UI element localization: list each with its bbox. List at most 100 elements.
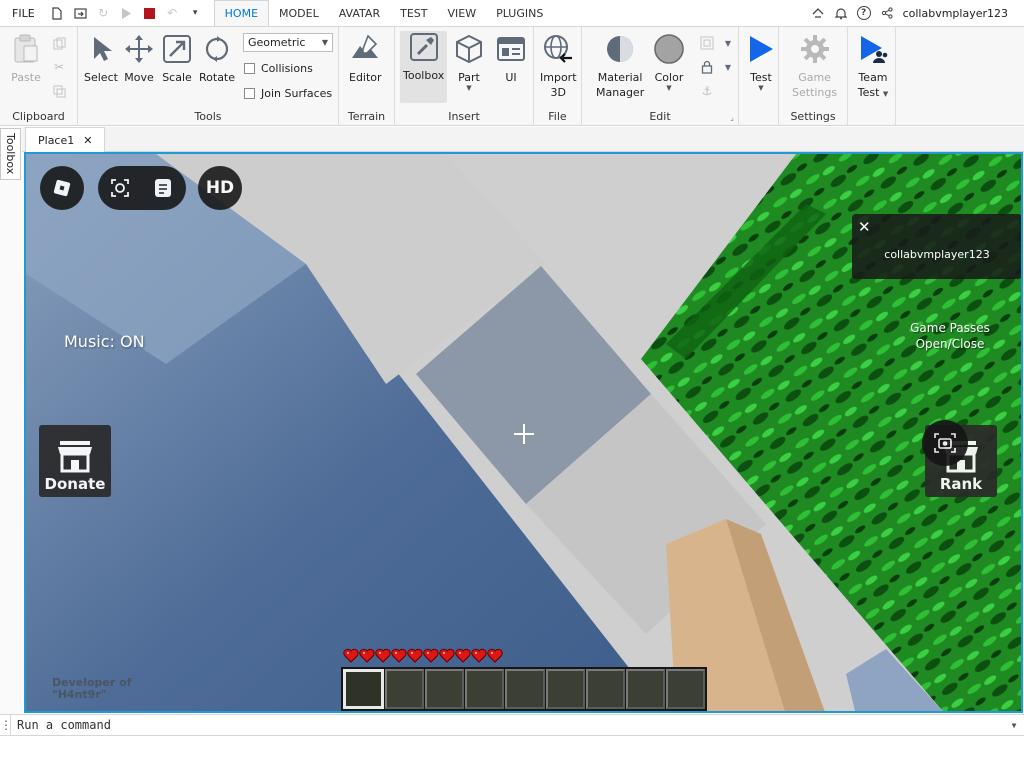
ui-button[interactable]: UI (495, 33, 527, 85)
ribbon: Paste ✂ Clipboard Select Move Scale Rota… (0, 26, 1024, 126)
group-dropdown-icon[interactable]: ▼ (720, 35, 736, 51)
toolbox-side-tab[interactable]: Toolbox (0, 128, 21, 180)
file-group-label: File (548, 110, 567, 123)
game-viewport[interactable]: HD Music: ON Donate Rank Game Passes Ope… (24, 152, 1023, 713)
home-up-icon[interactable] (811, 6, 825, 20)
undo-icon[interactable]: ↶ (166, 6, 179, 20)
player-notification: ✕ collabvmplayer123 (852, 214, 1021, 279)
team-test-button[interactable]: Team Test ▼ (857, 33, 889, 100)
lock-icon[interactable] (699, 59, 715, 75)
customize-dropdown-icon[interactable]: ▾ (189, 7, 202, 20)
join-surfaces-checkbox[interactable]: Join Surfaces (244, 87, 332, 100)
new-file-icon[interactable] (51, 6, 64, 20)
hotbar-slot[interactable] (505, 669, 545, 709)
part-button[interactable]: Part ▼ (453, 33, 485, 92)
command-input[interactable]: Run a command (10, 715, 1004, 735)
join-surfaces-checkbox-box[interactable] (244, 88, 255, 99)
select-button[interactable]: Select (84, 33, 118, 85)
rotate-label: Rotate (199, 71, 236, 84)
document-tab-place1[interactable]: Place1 ✕ (25, 127, 106, 152)
team-test-dropdown-icon[interactable]: ▼ (883, 90, 888, 98)
selfview-icon[interactable] (105, 173, 135, 203)
test-dropdown-icon[interactable]: ▼ (758, 85, 763, 92)
hotbar-slot[interactable] (665, 669, 705, 709)
duplicate-icon[interactable] (51, 83, 67, 99)
heart-icon (487, 648, 503, 663)
collisions-checkbox-box[interactable] (244, 63, 255, 74)
hd-button[interactable]: HD (198, 166, 242, 210)
screenshot-button[interactable] (922, 420, 968, 466)
material-label: Material (597, 71, 643, 84)
heart-icon (439, 648, 455, 663)
username[interactable]: collabvmplayer123 (903, 7, 1008, 20)
hotbar-slot[interactable] (465, 669, 505, 709)
terrain-editor-button[interactable]: Editor (349, 33, 382, 85)
lock-dropdown-icon[interactable]: ▼ (720, 59, 736, 75)
chat-icon[interactable] (148, 173, 178, 203)
share-icon[interactable] (880, 6, 894, 20)
game-passes-toggle[interactable]: Game Passes Open/Close (902, 320, 998, 352)
command-bar: ⋮ Run a command ▼ (0, 714, 1024, 736)
group-icon[interactable] (699, 35, 715, 51)
redo-icon[interactable]: ↻ (97, 6, 110, 20)
anchor-icon[interactable]: ⚓ (699, 83, 715, 99)
test-play-button[interactable]: Test ▼ (745, 33, 777, 92)
terrain-editor-label: Editor (349, 71, 382, 84)
color-dropdown-icon[interactable]: ▼ (666, 85, 671, 92)
part-dropdown-icon[interactable]: ▼ (466, 85, 471, 92)
command-history-dropdown-icon[interactable]: ▼ (1004, 721, 1024, 730)
hotbar-slot[interactable] (343, 669, 385, 709)
tab-model[interactable]: MODEL (269, 0, 329, 26)
user-area: ? collabvmplayer123 (811, 6, 1024, 20)
game-settings-button[interactable]: Game Settings (792, 33, 837, 100)
tab-view[interactable]: VIEW (437, 0, 486, 26)
copy-icon[interactable] (51, 35, 67, 51)
stop-icon[interactable] (143, 7, 156, 20)
play-triangle-icon (745, 33, 777, 65)
drag-handle-icon[interactable]: ⋮ (0, 718, 12, 732)
camera-icon (934, 433, 956, 453)
color-button[interactable]: Color ▼ (653, 33, 685, 92)
play-icon[interactable] (120, 7, 133, 20)
document-tab-label: Place1 (38, 133, 75, 147)
publish-icon[interactable] (74, 7, 87, 20)
toolbox-button[interactable]: Toolbox (400, 31, 448, 103)
notification-bell-icon[interactable] (834, 6, 848, 20)
rank-label: Rank (939, 475, 983, 493)
close-icon[interactable]: ✕ (83, 134, 92, 147)
tab-test[interactable]: TEST (390, 0, 437, 26)
color-label: Color (654, 71, 684, 84)
collisions-checkbox[interactable]: Collisions (244, 62, 313, 75)
hotbar-slot[interactable] (585, 669, 625, 709)
file-menu[interactable]: FILE (0, 7, 47, 20)
menu-bar: FILE ↻ ↶ ▾ HOME MODEL AVATAR TEST VIEW P… (0, 0, 1024, 26)
hotbar-slot[interactable] (625, 669, 665, 709)
transform-mode-select[interactable]: Geometric ▼ (243, 33, 333, 52)
cut-icon[interactable]: ✂ (51, 59, 67, 75)
insert-group: Toolbox Part ▼ UI Insert (395, 27, 534, 126)
game-label: Game (798, 71, 831, 84)
hotbar-slot[interactable] (385, 669, 425, 709)
left-side-strip (0, 127, 22, 714)
move-button[interactable]: Move (123, 33, 155, 85)
settings-group-label: Settings (790, 110, 836, 123)
material-manager-button[interactable]: Material Manager (596, 33, 644, 100)
open-close-label: Open/Close (915, 337, 985, 351)
roblox-menu-button[interactable] (40, 166, 84, 210)
paste-button[interactable]: Paste (10, 33, 42, 85)
import-3d-button[interactable]: Import 3D (540, 33, 577, 100)
donate-label: Donate (44, 475, 106, 493)
ribbon-tabs: HOME MODEL AVATAR TEST VIEW PLUGINS (213, 0, 554, 26)
hotbar-slot[interactable] (545, 669, 585, 709)
rotate-button[interactable]: Rotate (199, 33, 235, 85)
help-icon[interactable]: ? (856, 6, 871, 20)
tab-plugins[interactable]: PLUGINS (486, 0, 553, 26)
scale-button[interactable]: Scale (161, 33, 193, 85)
tab-avatar[interactable]: AVATAR (329, 0, 390, 26)
hotbar-slot[interactable] (425, 669, 465, 709)
tab-home[interactable]: HOME (213, 0, 270, 26)
close-icon[interactable]: ✕ (858, 218, 871, 236)
donate-button[interactable]: Donate (39, 425, 111, 497)
music-toggle[interactable]: Music: ON (64, 332, 145, 351)
paste-label: Paste (11, 71, 41, 84)
